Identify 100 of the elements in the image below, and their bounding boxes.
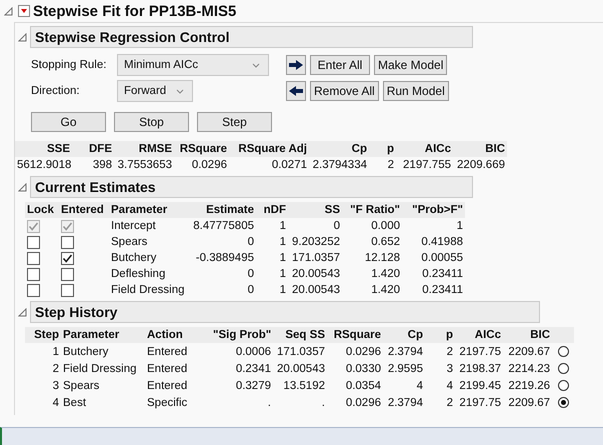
entered-checkbox[interactable] [61, 236, 74, 248]
column-header: SS [324, 203, 341, 218]
column-header: Parameter [62, 328, 120, 343]
entered-checkbox[interactable] [61, 252, 74, 264]
table-cell-text: 0.0271 [270, 159, 308, 171]
column-header: "Prob>F" [411, 203, 464, 218]
column-header: Action [146, 328, 184, 343]
table-cell-text: 9.203252 [291, 236, 341, 248]
collapse-triangle-icon[interactable] [4, 6, 13, 16]
table-cell-text: 1 [52, 346, 60, 358]
column-header: RSquare Adj [237, 142, 308, 157]
model-button[interactable]: Remove All [310, 81, 379, 101]
column-header: RSquare [178, 142, 228, 157]
table-cell-text: 0.2341 [234, 362, 272, 374]
arrow-left-icon [289, 86, 303, 96]
table-cell-text: 0.23411 [421, 284, 464, 296]
table-cell-text: Butchery [110, 252, 158, 264]
table-cell-text: Butchery [62, 346, 110, 358]
radio-button[interactable] [558, 380, 568, 391]
table-cell-text: 20.00543 [291, 268, 341, 280]
field-label: Stopping Rule: [31, 59, 108, 71]
model-button[interactable]: Enter All [310, 55, 370, 75]
lock-checkbox[interactable] [27, 236, 40, 248]
section-header[interactable]: Step History [30, 301, 540, 323]
column-header: Entered [60, 203, 105, 218]
table-cell-text: 2.3794 [386, 396, 424, 408]
arrow-right-button[interactable] [286, 55, 306, 75]
table-cell-text: 8.47775805 [192, 220, 255, 232]
table-cell-text: Intercept [110, 220, 157, 232]
table-cell-text: 2.9595 [386, 362, 424, 374]
table-cell-text: 0.23411 [421, 268, 464, 280]
table-cell-text: 4 [52, 396, 60, 408]
table-cell-text: 1 [278, 220, 287, 232]
radio-button[interactable] [558, 363, 568, 374]
table-cell-text: 1 [456, 220, 464, 232]
table-cell-text: 13.5192 [282, 380, 326, 392]
table-cell-text: 171.0357 [276, 346, 326, 358]
direction-dropdown[interactable]: Forward [117, 80, 193, 102]
column-header: BIC [484, 142, 506, 157]
table-cell-text: Best [62, 396, 88, 408]
radio-button[interactable] [558, 397, 568, 408]
collapse-triangle-icon[interactable] [18, 32, 27, 42]
table-cell-text: 2.3794334 [312, 159, 368, 171]
column-header: DFE [88, 142, 113, 157]
table-cell-text: 2209.669 [456, 159, 506, 171]
table-cell-text: Spears [62, 380, 100, 392]
step-control-button[interactable]: Step [197, 112, 272, 132]
table-cell-text: 1.420 [370, 284, 401, 296]
table-cell-text: Spears [110, 236, 148, 248]
table-cell-text: Defleshing [110, 268, 166, 280]
model-button[interactable]: Run Model [382, 81, 449, 101]
collapse-triangle-icon[interactable] [18, 308, 27, 316]
table-cell-text: 1.420 [370, 268, 401, 280]
table-cell-text: 3 [446, 362, 454, 374]
section-header[interactable]: Stepwise Regression Control [30, 26, 473, 48]
table-cell-text: 2198.37 [458, 362, 502, 374]
step-control-button[interactable]: Stop [114, 112, 189, 132]
table-cell-text: 0 [246, 268, 255, 280]
table-cell-text: 0.0330 [344, 362, 382, 374]
table-cell-text: 1 [278, 284, 287, 296]
table-cell-text: 0.00055 [420, 252, 464, 264]
dropdown-menu-icon[interactable] [18, 5, 30, 17]
table-cell-text: 5612.9018 [16, 159, 72, 171]
table-cell-text: 2209.67 [507, 396, 551, 408]
table-cell-text: 0 [332, 220, 341, 232]
lock-checkbox[interactable] [27, 252, 40, 264]
column-header: Lock [26, 203, 55, 218]
column-header: Step [33, 328, 60, 343]
table-cell-text: 4 [416, 380, 424, 392]
radio-button[interactable] [558, 346, 568, 357]
table-cell-text: 0 [246, 236, 255, 248]
table-cell-text: 0.0296 [344, 396, 382, 408]
step-control-button[interactable]: Go [31, 112, 106, 132]
table-cell-text: 0.0296 [190, 159, 228, 171]
field-label: Direction: [31, 85, 81, 97]
table-cell-text: 2 [446, 396, 454, 408]
table-cell-text: Field Dressing [62, 362, 138, 374]
table-cell-text: 3.7553653 [116, 159, 173, 171]
table-cell-text: 2 [386, 159, 395, 171]
arrow-left-button[interactable] [286, 81, 306, 101]
lock-checkbox[interactable] [27, 284, 40, 296]
column-header: SSE [46, 142, 71, 157]
table-cell-text: 2 [446, 346, 454, 358]
table-cell-text: 12.128 [364, 252, 401, 264]
table-cell-text: 1 [278, 236, 287, 248]
column-header: Cp [350, 142, 368, 157]
column-header: "Sig Prob" [212, 328, 272, 343]
model-button[interactable]: Make Model [374, 55, 448, 75]
table-cell-text: Entered [146, 362, 188, 374]
table-cell-text: 20.00543 [276, 362, 326, 374]
table-cell-text: 171.0357 [291, 252, 341, 264]
section-header[interactable]: Current Estimates [30, 176, 473, 198]
entered-checkbox[interactable] [61, 284, 74, 296]
collapse-triangle-icon[interactable] [18, 182, 27, 192]
table-cell-text: 0.3279 [234, 380, 272, 392]
stopping-rule-dropdown[interactable]: Minimum AICc [117, 54, 269, 76]
lock-checkbox[interactable] [27, 268, 40, 280]
table-cell-text: 0.41988 [420, 236, 464, 248]
table-cell-text: 2214.23 [507, 362, 551, 374]
entered-checkbox[interactable] [61, 268, 74, 280]
